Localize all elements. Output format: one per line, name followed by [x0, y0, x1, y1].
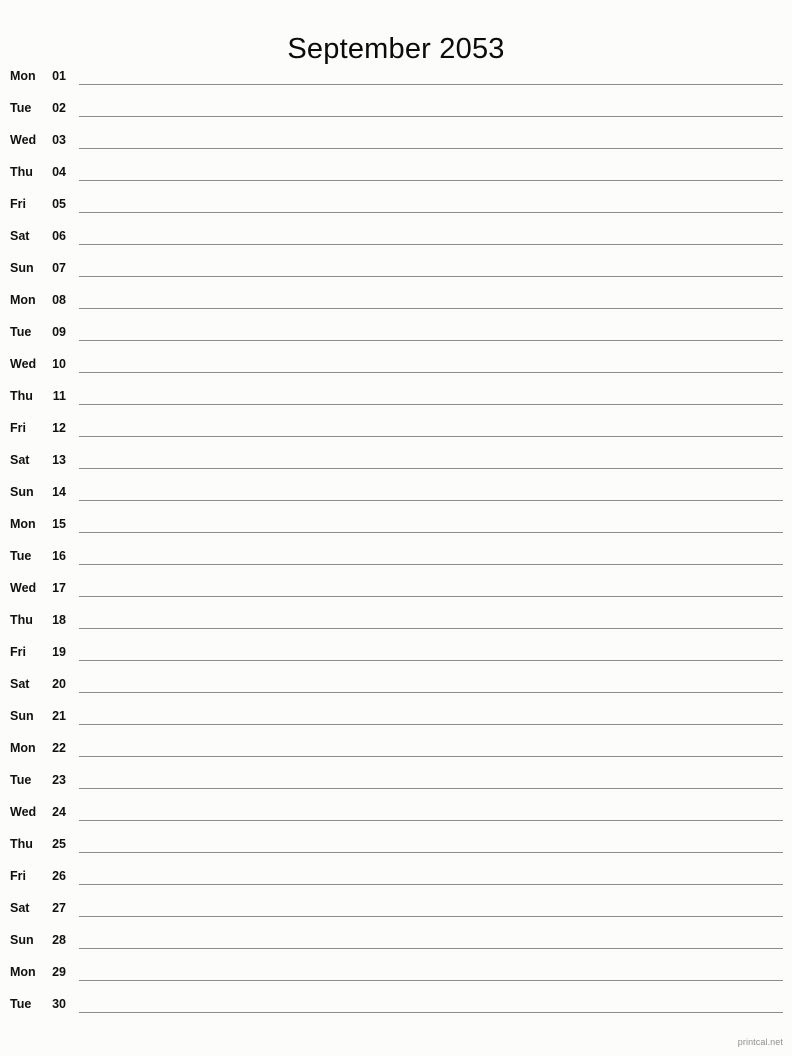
day-row: Sat 27 [0, 894, 792, 926]
day-writing-line[interactable] [79, 852, 783, 853]
day-writing-line[interactable] [79, 820, 783, 821]
day-row: Fri 12 [0, 414, 792, 446]
day-writing-line[interactable] [79, 340, 783, 341]
day-writing-line[interactable] [79, 84, 783, 85]
day-row: Thu 04 [0, 158, 792, 190]
day-number-label: 02 [52, 101, 66, 115]
day-row: Sun 07 [0, 254, 792, 286]
day-row: Fri 26 [0, 862, 792, 894]
day-writing-line[interactable] [79, 468, 783, 469]
day-number-label: 12 [52, 421, 66, 435]
day-writing-line[interactable] [79, 148, 783, 149]
day-number-label: 30 [52, 997, 66, 1011]
day-writing-line[interactable] [79, 756, 783, 757]
day-row: Wed 17 [0, 574, 792, 606]
day-row: Fri 19 [0, 638, 792, 670]
day-row: Tue 09 [0, 318, 792, 350]
day-number-label: 03 [52, 133, 66, 147]
day-number-label: 14 [52, 485, 66, 499]
day-row: Thu 11 [0, 382, 792, 414]
day-number-label: 08 [52, 293, 66, 307]
day-number-label: 24 [52, 805, 66, 819]
day-row: Sun 28 [0, 926, 792, 958]
day-writing-line[interactable] [79, 532, 783, 533]
day-row: Tue 16 [0, 542, 792, 574]
day-writing-line[interactable] [79, 660, 783, 661]
day-writing-line[interactable] [79, 276, 783, 277]
day-number-label: 13 [52, 453, 66, 467]
day-number-label: 11 [52, 389, 66, 403]
day-row: Sat 13 [0, 446, 792, 478]
day-writing-line[interactable] [79, 628, 783, 629]
day-writing-line[interactable] [79, 404, 783, 405]
day-row: Sun 21 [0, 702, 792, 734]
day-row: Wed 10 [0, 350, 792, 382]
day-row: Thu 25 [0, 830, 792, 862]
day-row: Mon 15 [0, 510, 792, 542]
day-number-label: 07 [52, 261, 66, 275]
day-number-label: 10 [52, 357, 66, 371]
day-number-label: 28 [52, 933, 66, 947]
day-writing-line[interactable] [79, 436, 783, 437]
day-row: Sun 14 [0, 478, 792, 510]
day-writing-line[interactable] [79, 212, 783, 213]
footer-credit: printcal.net [737, 1037, 783, 1047]
day-row: Sat 20 [0, 670, 792, 702]
day-number-label: 29 [52, 965, 66, 979]
day-writing-line[interactable] [79, 724, 783, 725]
day-number-label: 01 [52, 69, 66, 83]
day-number-label: 18 [52, 613, 66, 627]
day-row-list: Mon 01 Tue 02 Wed 03 Thu 04 Fri 05 Sat 06 Sun 07 Mon 08… [0, 62, 792, 1022]
day-row: Mon 08 [0, 286, 792, 318]
day-writing-line[interactable] [79, 372, 783, 373]
day-number-label: 25 [52, 837, 66, 851]
day-writing-line[interactable] [79, 692, 783, 693]
day-writing-line[interactable] [79, 308, 783, 309]
day-number-label: 26 [52, 869, 66, 883]
day-number-label: 04 [52, 165, 66, 179]
day-number-label: 16 [52, 549, 66, 563]
day-number-label: 05 [52, 197, 66, 211]
day-writing-line[interactable] [79, 116, 783, 117]
day-row: Wed 03 [0, 126, 792, 158]
day-number-label: 21 [52, 709, 66, 723]
day-writing-line[interactable] [79, 948, 783, 949]
day-writing-line[interactable] [79, 244, 783, 245]
day-writing-line[interactable] [79, 980, 783, 981]
day-writing-line[interactable] [79, 916, 783, 917]
day-number-label: 23 [52, 773, 66, 787]
calendar-page: September 2053 Mon 01 Tue 02 Wed 03 Thu 04 Fri 05… [0, 0, 792, 1056]
day-row: Mon 01 [0, 62, 792, 94]
day-number-label: 27 [52, 901, 66, 915]
day-row: Thu 18 [0, 606, 792, 638]
day-row: Mon 29 [0, 958, 792, 990]
day-number-label: 06 [52, 229, 66, 243]
day-row: Wed 24 [0, 798, 792, 830]
day-writing-line[interactable] [79, 788, 783, 789]
day-row: Mon 22 [0, 734, 792, 766]
day-row: Sat 06 [0, 222, 792, 254]
day-number-label: 22 [52, 741, 66, 755]
day-writing-line[interactable] [79, 500, 783, 501]
day-number-label: 19 [52, 645, 66, 659]
day-row: Fri 05 [0, 190, 792, 222]
day-row: Tue 23 [0, 766, 792, 798]
day-writing-line[interactable] [79, 564, 783, 565]
day-row: Tue 02 [0, 94, 792, 126]
day-writing-line[interactable] [79, 596, 783, 597]
day-number-label: 17 [52, 581, 66, 595]
day-row: Tue 30 [0, 990, 792, 1022]
day-writing-line[interactable] [79, 180, 783, 181]
day-number-label: 15 [52, 517, 66, 531]
day-writing-line[interactable] [79, 1012, 783, 1013]
day-number-label: 20 [52, 677, 66, 691]
day-writing-line[interactable] [79, 884, 783, 885]
day-number-label: 09 [52, 325, 66, 339]
